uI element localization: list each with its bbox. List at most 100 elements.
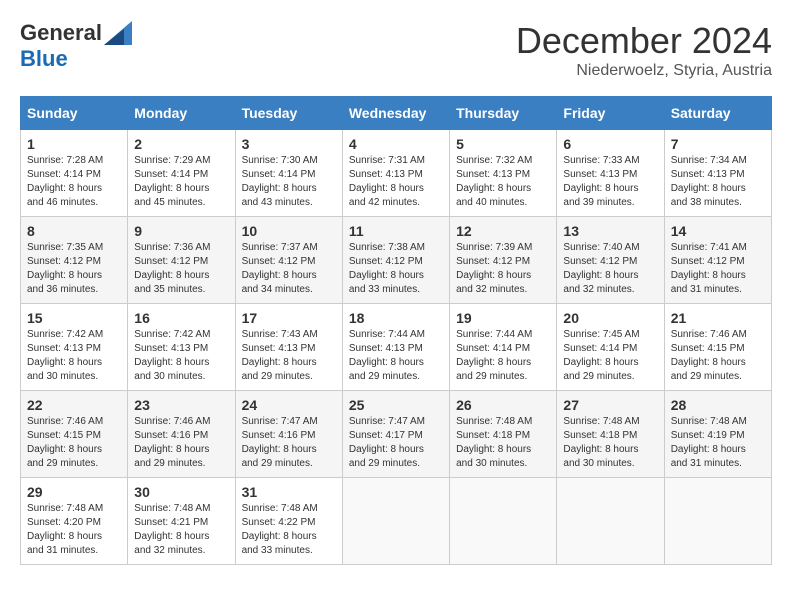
day-number: 24 xyxy=(242,397,336,413)
weekday-header-friday: Friday xyxy=(557,97,664,130)
calendar-cell: 25 Sunrise: 7:47 AMSunset: 4:17 PMDayligh… xyxy=(342,391,449,478)
logo-general-text: General xyxy=(20,20,102,46)
calendar-cell: 30 Sunrise: 7:48 AMSunset: 4:21 PMDayligh… xyxy=(128,478,235,565)
day-info: Sunrise: 7:35 AMSunset: 4:12 PMDaylight:… xyxy=(27,241,121,297)
calendar-cell: 6 Sunrise: 7:33 AMSunset: 4:13 PMDaylight… xyxy=(557,130,664,217)
day-info: Sunrise: 7:38 AMSunset: 4:12 PMDaylight:… xyxy=(349,241,443,297)
weekday-header-wednesday: Wednesday xyxy=(342,97,449,130)
calendar-cell xyxy=(342,478,449,565)
calendar-cell: 26 Sunrise: 7:48 AMSunset: 4:18 PMDayligh… xyxy=(450,391,557,478)
calendar-cell: 22 Sunrise: 7:46 AMSunset: 4:15 PMDayligh… xyxy=(21,391,128,478)
weekday-header-tuesday: Tuesday xyxy=(235,97,342,130)
calendar-cell: 17Sunrise: 7:43 AMSunset: 4:13 PMDayligh… xyxy=(235,304,342,391)
calendar-cell: 31Sunrise: 7:48 AMSunset: 4:22 PMDayligh… xyxy=(235,478,342,565)
weekday-header-row: SundayMondayTuesdayWednesdayThursdayFrid… xyxy=(21,97,772,130)
calendar-cell: 15Sunrise: 7:42 AMSunset: 4:13 PMDayligh… xyxy=(21,304,128,391)
day-info: Sunrise: 7:34 AMSunset: 4:13 PMDaylight:… xyxy=(671,154,765,210)
day-number: 25 xyxy=(349,397,443,413)
calendar-week-3: 15Sunrise: 7:42 AMSunset: 4:13 PMDayligh… xyxy=(21,304,772,391)
day-info: Sunrise: 7:30 AMSunset: 4:14 PMDaylight:… xyxy=(242,154,336,210)
day-number: 11 xyxy=(349,223,443,239)
day-info: Sunrise: 7:46 AMSunset: 4:16 PMDaylight:… xyxy=(134,415,228,471)
day-info: Sunrise: 7:36 AMSunset: 4:12 PMDaylight:… xyxy=(134,241,228,297)
day-info: Sunrise: 7:41 AMSunset: 4:12 PMDaylight:… xyxy=(671,241,765,297)
calendar-cell: 10Sunrise: 7:37 AMSunset: 4:12 PMDayligh… xyxy=(235,217,342,304)
day-info: Sunrise: 7:48 AMSunset: 4:21 PMDaylight:… xyxy=(134,502,228,558)
day-info: Sunrise: 7:48 AMSunset: 4:19 PMDaylight:… xyxy=(671,415,765,471)
day-number: 23 xyxy=(134,397,228,413)
day-number: 5 xyxy=(456,136,550,152)
calendar-table: SundayMondayTuesdayWednesdayThursdayFrid… xyxy=(20,96,772,565)
day-info: Sunrise: 7:42 AMSunset: 4:13 PMDaylight:… xyxy=(134,328,228,384)
month-title: December 2024 xyxy=(516,20,772,62)
day-number: 8 xyxy=(27,223,121,239)
calendar-cell: 23 Sunrise: 7:46 AMSunset: 4:16 PMDayligh… xyxy=(128,391,235,478)
calendar-cell: 29 Sunrise: 7:48 AMSunset: 4:20 PMDayligh… xyxy=(21,478,128,565)
day-number: 2 xyxy=(134,136,228,152)
day-info: Sunrise: 7:48 AMSunset: 4:18 PMDaylight:… xyxy=(563,415,657,471)
logo-icon xyxy=(104,21,132,45)
calendar-cell: 11 Sunrise: 7:38 AMSunset: 4:12 PMDayligh… xyxy=(342,217,449,304)
day-number: 4 xyxy=(349,136,443,152)
day-number: 29 xyxy=(27,484,121,500)
calendar-cell: 8 Sunrise: 7:35 AMSunset: 4:12 PMDaylight… xyxy=(21,217,128,304)
day-info: Sunrise: 7:32 AMSunset: 4:13 PMDaylight:… xyxy=(456,154,550,210)
day-info: Sunrise: 7:40 AMSunset: 4:12 PMDaylight:… xyxy=(563,241,657,297)
calendar-cell: 19Sunrise: 7:44 AMSunset: 4:14 PMDayligh… xyxy=(450,304,557,391)
day-info: Sunrise: 7:44 AMSunset: 4:14 PMDaylight:… xyxy=(456,328,550,384)
calendar-cell: 4 Sunrise: 7:31 AMSunset: 4:13 PMDaylight… xyxy=(342,130,449,217)
weekday-header-thursday: Thursday xyxy=(450,97,557,130)
day-info: Sunrise: 7:42 AMSunset: 4:13 PMDaylight:… xyxy=(27,328,121,384)
day-info: Sunrise: 7:39 AMSunset: 4:12 PMDaylight:… xyxy=(456,241,550,297)
day-info: Sunrise: 7:31 AMSunset: 4:13 PMDaylight:… xyxy=(349,154,443,210)
day-number: 3 xyxy=(242,136,336,152)
logo: General Blue xyxy=(20,20,132,72)
calendar-cell: 14Sunrise: 7:41 AMSunset: 4:12 PMDayligh… xyxy=(664,217,771,304)
day-info: Sunrise: 7:45 AMSunset: 4:14 PMDaylight:… xyxy=(563,328,657,384)
calendar-cell: 5 Sunrise: 7:32 AMSunset: 4:13 PMDaylight… xyxy=(450,130,557,217)
calendar-week-4: 22 Sunrise: 7:46 AMSunset: 4:15 PMDayligh… xyxy=(21,391,772,478)
day-info: Sunrise: 7:46 AMSunset: 4:15 PMDaylight:… xyxy=(671,328,765,384)
calendar-cell xyxy=(664,478,771,565)
calendar-week-5: 29 Sunrise: 7:48 AMSunset: 4:20 PMDayligh… xyxy=(21,478,772,565)
calendar-cell: 16 Sunrise: 7:42 AMSunset: 4:13 PMDayligh… xyxy=(128,304,235,391)
day-number: 9 xyxy=(134,223,228,239)
day-number: 13 xyxy=(563,223,657,239)
calendar-cell: 20 Sunrise: 7:45 AMSunset: 4:14 PMDayligh… xyxy=(557,304,664,391)
calendar-cell xyxy=(557,478,664,565)
day-number: 1 xyxy=(27,136,121,152)
day-info: Sunrise: 7:46 AMSunset: 4:15 PMDaylight:… xyxy=(27,415,121,471)
calendar-cell: 21Sunrise: 7:46 AMSunset: 4:15 PMDayligh… xyxy=(664,304,771,391)
day-info: Sunrise: 7:37 AMSunset: 4:12 PMDaylight:… xyxy=(242,241,336,297)
calendar-cell: 24 Sunrise: 7:47 AMSunset: 4:16 PMDayligh… xyxy=(235,391,342,478)
calendar-week-1: 1 Sunrise: 7:28 AMSunset: 4:14 PMDaylight… xyxy=(21,130,772,217)
day-info: Sunrise: 7:47 AMSunset: 4:16 PMDaylight:… xyxy=(242,415,336,471)
day-number: 12 xyxy=(456,223,550,239)
day-info: Sunrise: 7:44 AMSunset: 4:13 PMDaylight:… xyxy=(349,328,443,384)
day-info: Sunrise: 7:29 AMSunset: 4:14 PMDaylight:… xyxy=(134,154,228,210)
day-info: Sunrise: 7:28 AMSunset: 4:14 PMDaylight:… xyxy=(27,154,121,210)
day-info: Sunrise: 7:33 AMSunset: 4:13 PMDaylight:… xyxy=(563,154,657,210)
day-info: Sunrise: 7:48 AMSunset: 4:18 PMDaylight:… xyxy=(456,415,550,471)
header: General Blue December 2024 Niederwoelz, … xyxy=(20,20,772,80)
day-number: 16 xyxy=(134,310,228,326)
calendar-cell: 18Sunrise: 7:44 AMSunset: 4:13 PMDayligh… xyxy=(342,304,449,391)
day-number: 7 xyxy=(671,136,765,152)
day-number: 22 xyxy=(27,397,121,413)
day-number: 30 xyxy=(134,484,228,500)
calendar-cell: 2 Sunrise: 7:29 AMSunset: 4:14 PMDaylight… xyxy=(128,130,235,217)
calendar-week-2: 8 Sunrise: 7:35 AMSunset: 4:12 PMDaylight… xyxy=(21,217,772,304)
day-number: 27 xyxy=(563,397,657,413)
calendar-cell: 27 Sunrise: 7:48 AMSunset: 4:18 PMDayligh… xyxy=(557,391,664,478)
day-info: Sunrise: 7:48 AMSunset: 4:22 PMDaylight:… xyxy=(242,502,336,558)
title-section: December 2024 Niederwoelz, Styria, Austr… xyxy=(516,20,772,80)
day-info: Sunrise: 7:43 AMSunset: 4:13 PMDaylight:… xyxy=(242,328,336,384)
day-info: Sunrise: 7:48 AMSunset: 4:20 PMDaylight:… xyxy=(27,502,121,558)
day-number: 20 xyxy=(563,310,657,326)
weekday-header-sunday: Sunday xyxy=(21,97,128,130)
day-number: 6 xyxy=(563,136,657,152)
day-number: 26 xyxy=(456,397,550,413)
location-subtitle: Niederwoelz, Styria, Austria xyxy=(516,62,772,80)
day-info: Sunrise: 7:47 AMSunset: 4:17 PMDaylight:… xyxy=(349,415,443,471)
calendar-cell: 28Sunrise: 7:48 AMSunset: 4:19 PMDayligh… xyxy=(664,391,771,478)
